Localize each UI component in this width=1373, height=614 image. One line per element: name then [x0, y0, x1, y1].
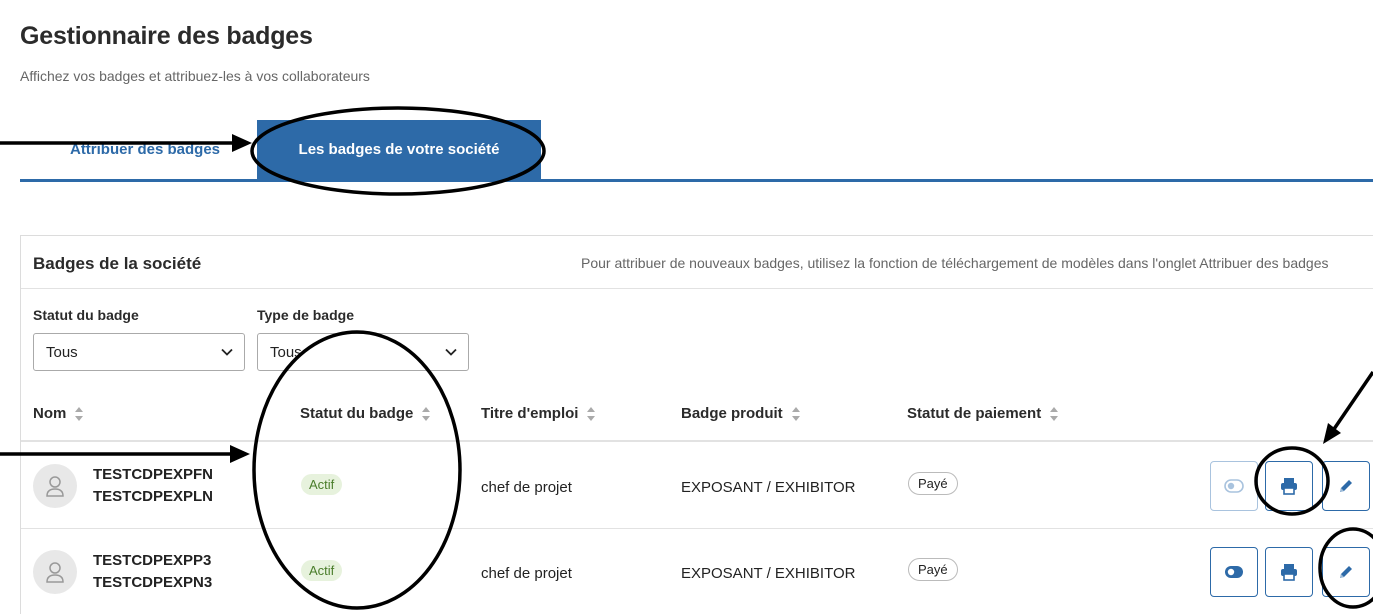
tab-attribuer-des-badges[interactable]: Attribuer des badges: [40, 120, 250, 179]
toggle-icon: [1224, 479, 1244, 493]
user-icon: [46, 476, 64, 497]
toggle-badge-button[interactable]: [1210, 547, 1258, 597]
type-filter-select[interactable]: Tous: [257, 333, 469, 371]
status-filter-select[interactable]: Tous: [33, 333, 245, 371]
first-name: TESTCDPEXPFN: [93, 466, 214, 483]
print-badge-button[interactable]: [1265, 547, 1313, 597]
sort-icon: [791, 406, 800, 421]
table-header: Nom Statut du badge Titre d'emploi Badge…: [21, 386, 1373, 442]
card-header: Badges de la société Pour attribuer de n…: [21, 236, 1373, 289]
printer-icon: [1281, 564, 1297, 581]
toggle-badge-button[interactable]: [1210, 461, 1258, 511]
job-title: chef de projet: [481, 479, 572, 496]
sort-icon: [587, 406, 596, 421]
column-label: Statut de paiement: [907, 405, 1042, 422]
status-badge: Actif: [301, 560, 343, 581]
page-title: Gestionnaire des badges: [20, 22, 313, 50]
card-title: Badges de la société: [33, 254, 202, 273]
edit-badge-button[interactable]: [1322, 461, 1370, 511]
column-header-titre-d-emploi[interactable]: Titre d'emploi: [481, 405, 596, 422]
avatar: [33, 550, 77, 594]
status-filter-label: Statut du badge: [33, 307, 139, 323]
sort-icon: [1050, 406, 1059, 421]
edit-badge-button[interactable]: [1322, 547, 1370, 597]
column-label: Nom: [33, 405, 67, 422]
type-filter-label: Type de badge: [257, 307, 354, 323]
badge-product: EXPOSANT / EXHIBITOR: [681, 565, 856, 582]
chevron-down-icon: [221, 348, 233, 356]
print-badge-button[interactable]: [1265, 461, 1313, 511]
status-filter-value: Tous: [46, 343, 78, 361]
tab-badges-de-votre-societe[interactable]: Les badges de votre société: [257, 120, 541, 179]
card-hint: Pour attribuer de nouveaux badges, utili…: [581, 255, 1329, 271]
column-label: Statut du badge: [300, 405, 414, 422]
column-header-badge-produit[interactable]: Badge produit: [681, 405, 801, 422]
type-filter-value: Tous: [270, 343, 302, 361]
payment-status-badge: Payé: [908, 558, 958, 581]
last-name: TESTCDPEXPN3: [93, 574, 213, 591]
last-name: TESTCDPEXPLN: [93, 488, 214, 505]
status-badge: Actif: [301, 474, 343, 495]
column-header-statut-du-badge[interactable]: Statut du badge: [300, 405, 431, 422]
toggle-icon: [1225, 566, 1243, 578]
table-row: TESTCDPEXPFN TESTCDPEXPLN Actif chef de …: [21, 443, 1373, 529]
job-title: chef de projet: [481, 565, 572, 582]
company-badges-card: Badges de la société Pour attribuer de n…: [20, 235, 1373, 614]
printer-icon: [1281, 478, 1297, 495]
pencil-icon: [1340, 566, 1352, 578]
badge-product: EXPOSANT / EXHIBITOR: [681, 479, 856, 496]
payment-status-badge: Payé: [908, 472, 958, 495]
chevron-down-icon: [445, 348, 457, 356]
column-label: Badge produit: [681, 405, 783, 422]
badge-holder-name: TESTCDPEXPFN TESTCDPEXPLN: [93, 464, 213, 508]
column-header-nom[interactable]: Nom: [33, 405, 84, 422]
table-row: TESTCDPEXPP3 TESTCDPEXPN3 Actif chef de …: [21, 529, 1373, 614]
page-subtitle: Affichez vos badges et attribuez-les à v…: [20, 68, 370, 84]
column-header-statut-de-paiement[interactable]: Statut de paiement: [907, 405, 1059, 422]
pencil-icon: [1340, 480, 1352, 492]
sort-icon: [422, 406, 431, 421]
sort-icon: [75, 406, 84, 421]
column-label: Titre d'emploi: [481, 405, 579, 422]
first-name: TESTCDPEXPP3: [93, 552, 212, 569]
user-icon: [46, 562, 64, 583]
avatar: [33, 464, 77, 508]
tab-bar: Attribuer des badges Les badges de votre…: [20, 120, 1373, 182]
badge-holder-name: TESTCDPEXPP3 TESTCDPEXPN3: [93, 550, 212, 594]
